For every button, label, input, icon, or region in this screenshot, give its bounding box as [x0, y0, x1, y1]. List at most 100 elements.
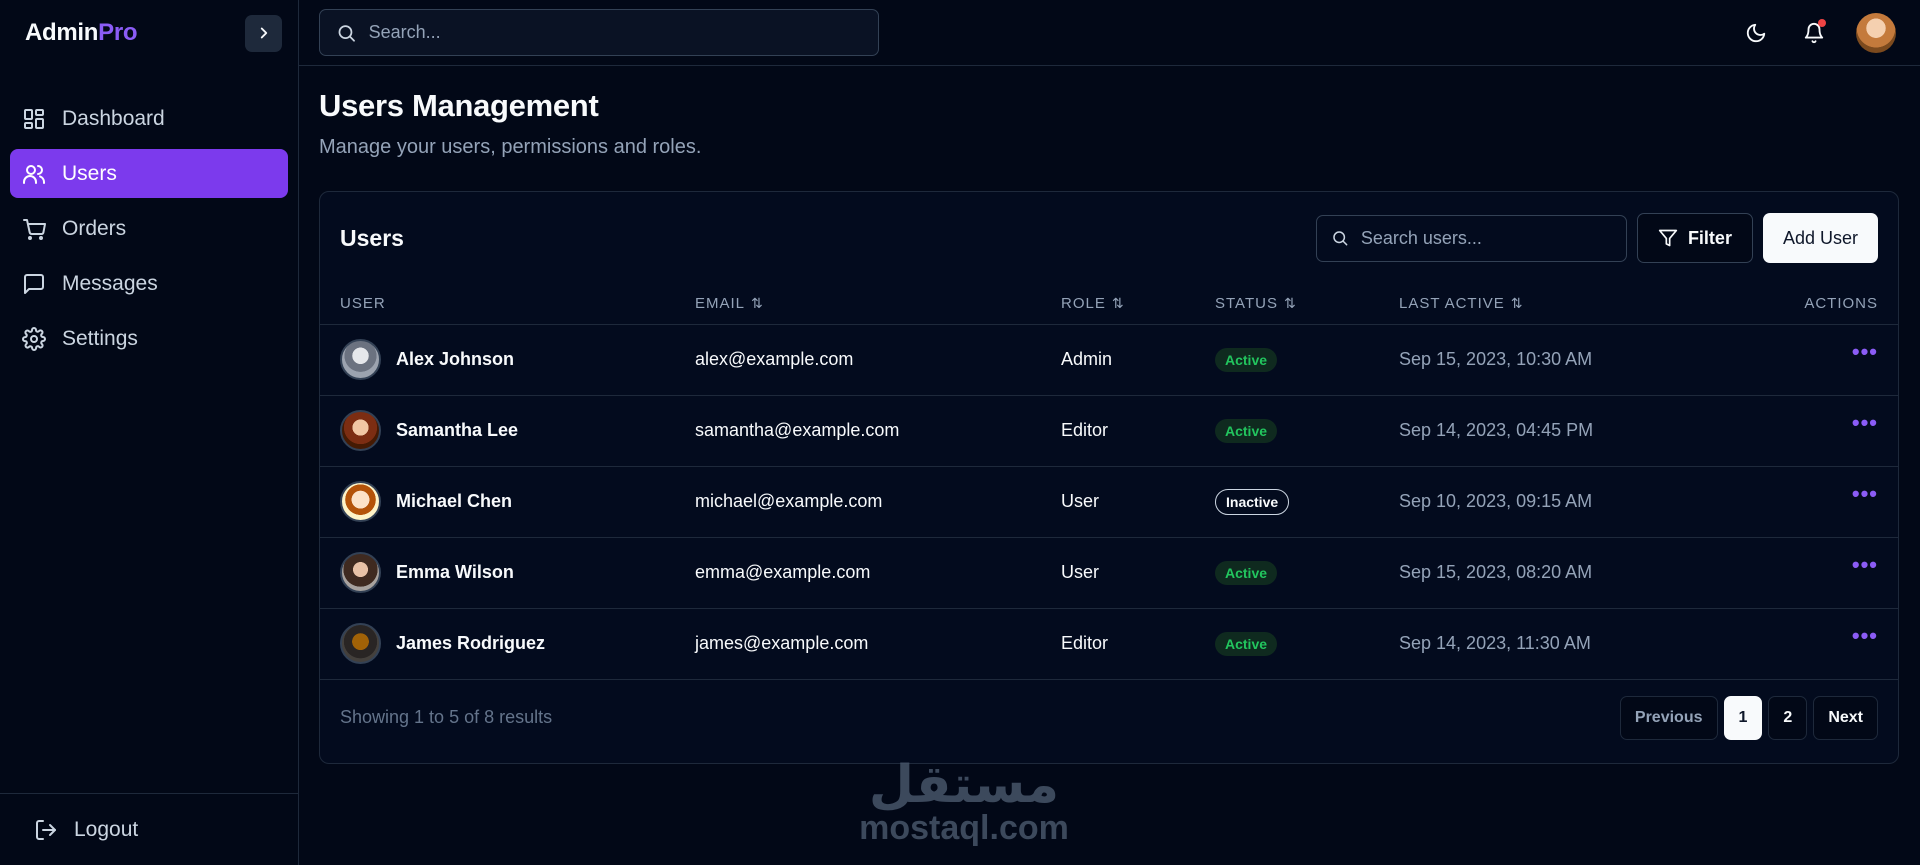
sidebar-item-dashboard[interactable]: Dashboard: [10, 94, 288, 143]
global-search[interactable]: [319, 9, 879, 56]
cart-icon: [23, 218, 46, 240]
users-search-input[interactable]: [1360, 227, 1612, 249]
main-content: Users Management Manage your users, perm…: [299, 0, 1920, 865]
cell-last-active: Sep 15, 2023, 08:20 AM: [1379, 537, 1729, 609]
row-actions-button[interactable]: •••: [1728, 537, 1898, 609]
card-tools: Filter Add User: [1315, 213, 1878, 263]
sort-icon[interactable]: ⇅: [1284, 295, 1297, 311]
cell-user: Michael Chen: [320, 466, 675, 538]
status-badge: Inactive: [1215, 488, 1290, 515]
table-row[interactable]: Samantha Lee samantha@example.com Editor…: [320, 395, 1898, 467]
add-user-button[interactable]: Add User: [1762, 213, 1878, 263]
row-actions-button[interactable]: •••: [1728, 324, 1898, 396]
watermark-latin: mostaql.com: [859, 809, 1069, 847]
sort-icon[interactable]: ⇅: [1511, 295, 1524, 311]
table-row[interactable]: James Rodriguez james@example.com Editor…: [320, 608, 1898, 680]
theme-toggle-button[interactable]: [1740, 17, 1772, 49]
column-header-role[interactable]: ROLE ⇅: [1041, 284, 1195, 325]
cell-email: emma@example.com: [675, 537, 1041, 609]
page-subtitle: Manage your users, permissions and roles…: [319, 136, 702, 158]
results-summary: Showing 1 to 5 of 8 results: [340, 707, 553, 727]
sidebar-item-messages[interactable]: Messages: [10, 259, 288, 308]
search-icon: [338, 24, 355, 42]
cell-email: michael@example.com: [675, 466, 1041, 538]
cell-role: Editor: [1041, 608, 1195, 680]
table-row[interactable]: Alex Johnson alex@example.com Admin Acti…: [320, 324, 1898, 396]
sidebar-item-label: Users: [62, 161, 117, 185]
sidebar-item-users[interactable]: Users: [10, 149, 288, 198]
cell-status: Active: [1195, 324, 1379, 396]
cell-status: Active: [1195, 395, 1379, 467]
avatar: [340, 339, 381, 380]
table-row[interactable]: Emma Wilson emma@example.com User Active…: [320, 537, 1898, 609]
cell-user: Alex Johnson: [320, 324, 675, 396]
cell-status: Active: [1195, 537, 1379, 609]
card-header: Users Filter Add User: [320, 192, 1898, 284]
sidebar-item-label: Orders: [62, 216, 127, 240]
cell-last-active: Sep 15, 2023, 10:30 AM: [1379, 324, 1729, 396]
page-button-1[interactable]: 1: [1723, 695, 1763, 740]
user-name: James Rodriguez: [396, 633, 546, 653]
filter-icon: [1658, 229, 1678, 247]
brand-name-main: Admin: [25, 19, 99, 46]
header-label: EMAIL: [695, 295, 746, 313]
sort-icon[interactable]: ⇅: [1112, 295, 1125, 311]
next-page-button[interactable]: Next: [1813, 695, 1878, 740]
filter-button[interactable]: Filter: [1636, 213, 1753, 263]
row-actions-button[interactable]: •••: [1728, 395, 1898, 467]
table-header-row: USER EMAIL ⇅ ROLE ⇅ STATUS ⇅ LAST ACTIVE ⇅ A…: [320, 284, 1898, 325]
row-actions-button[interactable]: •••: [1728, 466, 1898, 538]
users-table: USER EMAIL ⇅ ROLE ⇅ STATUS ⇅ LAST ACTIVE ⇅ A…: [320, 284, 1898, 680]
user-name: Michael Chen: [396, 491, 513, 511]
cell-last-active: Sep 14, 2023, 04:45 PM: [1379, 395, 1729, 467]
column-header-actions: ACTIONS: [1728, 284, 1898, 325]
sidebar-item-label: Messages: [62, 271, 158, 295]
watermark: مستقل mostaql.com: [844, 755, 1084, 847]
column-header-email[interactable]: EMAIL ⇅: [675, 284, 1041, 325]
column-header-last-active[interactable]: LAST ACTIVE ⇅: [1379, 284, 1729, 325]
filter-label: Filter: [1687, 227, 1732, 248]
header-label: USER: [340, 295, 386, 313]
page-button-2[interactable]: 2: [1768, 695, 1808, 740]
cell-status: Inactive: [1195, 466, 1379, 538]
sidebar-item-label: Settings: [62, 326, 138, 350]
sidebar-item-settings[interactable]: Settings: [10, 314, 288, 363]
column-header-user: USER: [320, 284, 675, 325]
sidebar-item-orders[interactable]: Orders: [10, 204, 288, 253]
sidebar-toggle-button[interactable]: [245, 14, 282, 52]
sort-icon[interactable]: ⇅: [751, 295, 764, 311]
topbar-actions: [1740, 12, 1896, 53]
brand-row: AdminPro: [0, 0, 298, 66]
header-label: ACTIONS: [1804, 295, 1878, 313]
cell-user: Emma Wilson: [320, 537, 675, 609]
add-user-label: Add User: [1782, 227, 1858, 248]
moon-icon: [1746, 23, 1766, 42]
notifications-button[interactable]: [1798, 17, 1830, 49]
table-row[interactable]: Michael Chen michael@example.com User In…: [320, 466, 1898, 538]
logout-button[interactable]: Logout: [0, 793, 298, 865]
gear-icon: [22, 326, 46, 351]
page-header: Users Management Manage your users, perm…: [299, 66, 1920, 159]
previous-page-button[interactable]: Previous: [1619, 695, 1718, 740]
notification-dot: [1818, 18, 1826, 27]
user-name: Alex Johnson: [396, 349, 515, 369]
global-search-input[interactable]: [368, 22, 862, 43]
sidebar-nav: Dashboard Users Orders Messages Settings: [0, 66, 298, 363]
avatar: [340, 623, 381, 664]
pagination: Previous 1 2 Next: [1619, 695, 1878, 740]
user-avatar[interactable]: [1856, 12, 1896, 53]
column-header-status[interactable]: STATUS ⇅: [1195, 284, 1379, 325]
watermark-arabic: مستقل: [868, 755, 1060, 815]
users-search[interactable]: [1315, 214, 1627, 262]
row-actions-button[interactable]: •••: [1728, 608, 1898, 680]
status-badge: Active: [1215, 631, 1278, 656]
cell-role: User: [1041, 466, 1195, 538]
brand-logo[interactable]: AdminPro: [25, 19, 138, 47]
users-card: Users Filter Add User: [319, 191, 1899, 764]
avatar: [340, 410, 381, 451]
search-icon: [1333, 231, 1348, 246]
grid-icon: [24, 108, 44, 129]
cell-email: alex@example.com: [675, 324, 1041, 396]
status-badge: Active: [1215, 560, 1278, 585]
card-footer: Showing 1 to 5 of 8 results Previous 1 2…: [320, 680, 1898, 756]
